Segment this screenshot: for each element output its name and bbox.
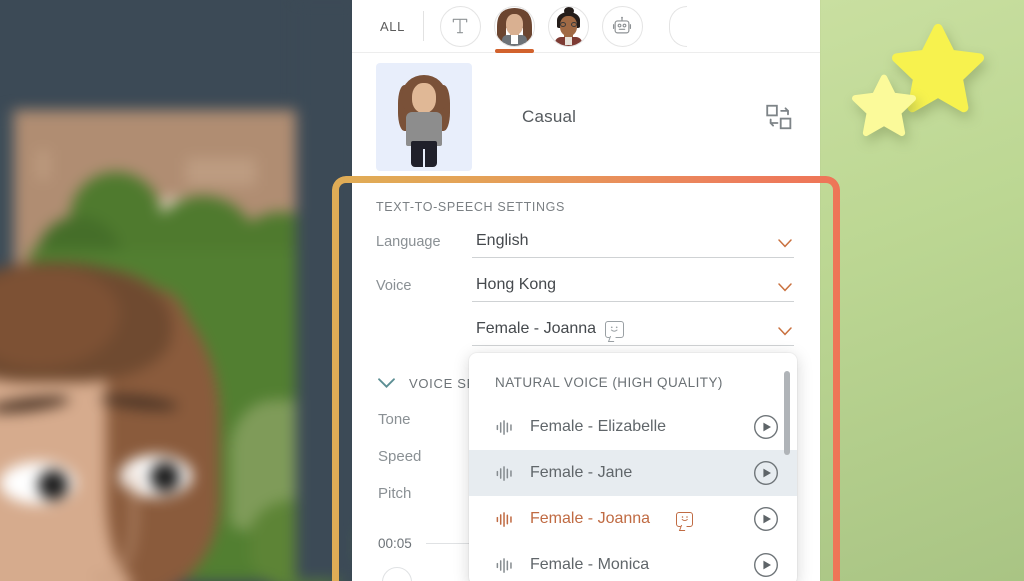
waveform-icon: [496, 511, 512, 527]
swap-avatar-button[interactable]: [764, 102, 794, 132]
chevron-down-icon: [378, 378, 395, 389]
voice-region-select[interactable]: Hong Kong: [472, 276, 794, 302]
timeline-add-button[interactable]: [382, 567, 412, 581]
timeline-time: 00:05: [378, 536, 412, 551]
voice-dropdown-group-title: NATURAL VOICE (HIGH QUALITY): [495, 375, 723, 390]
background-blur-layer: [0, 0, 356, 581]
emoji-badge-icon: [605, 320, 625, 338]
background-scene-left: [0, 0, 356, 581]
tabbar-divider: [422, 11, 424, 41]
slider-label-speed: Speed: [378, 448, 422, 465]
voice-option-label: Female - Elizabelle: [530, 418, 667, 435]
play-icon[interactable]: [753, 506, 779, 532]
play-icon[interactable]: [753, 460, 779, 486]
avatar-female-icon: [495, 7, 534, 46]
avatar-male-icon: [549, 6, 588, 46]
avatar-thumbnail[interactable]: [376, 62, 472, 171]
scene-right-wall: [296, 0, 356, 581]
tab-next-partial[interactable]: [668, 5, 687, 47]
voice-option-jane[interactable]: Female - Jane: [469, 450, 797, 496]
robot-icon: [613, 16, 632, 34]
vertical-scrollbar[interactable]: [784, 371, 790, 455]
scene-picture-frame: [186, 158, 256, 186]
tab-avatar-female[interactable]: [493, 5, 535, 53]
chevron-down-icon: [778, 283, 792, 292]
tab-robot[interactable]: [601, 5, 643, 47]
voice-dropdown: NATURAL VOICE (HIGH QUALITY) Female - El…: [469, 353, 797, 581]
waveform-icon: [496, 557, 512, 573]
voice-label: Voice: [376, 278, 412, 294]
voice-option-label: Female - Joanna: [530, 510, 651, 527]
waveform-icon: [496, 419, 512, 435]
background-scene-right: [820, 0, 1024, 581]
play-icon[interactable]: [753, 414, 779, 440]
play-icon[interactable]: [753, 552, 779, 578]
language-field-row: Language English: [376, 232, 794, 258]
waveform-icon: [496, 465, 512, 481]
voice-option-monica[interactable]: Female - Monica: [469, 542, 797, 581]
language-label: Language: [376, 234, 441, 250]
voice-option-joanna[interactable]: Female - Joanna: [469, 496, 797, 542]
character-pupil-left: [38, 470, 68, 500]
voice-option-elizabelle[interactable]: Female - Elizabelle: [469, 404, 797, 450]
chevron-down-icon: [778, 327, 792, 336]
language-select[interactable]: English: [472, 232, 794, 258]
voice-name-field-row: Female - Joanna: [376, 320, 794, 346]
chevron-down-icon: [778, 239, 792, 248]
scene-picture-frame-3: [36, 150, 50, 180]
character-pupil-right: [150, 462, 180, 492]
tab-avatar-male[interactable]: [547, 5, 589, 47]
voice-option-label: Female - Jane: [530, 464, 633, 481]
voice-region-field-row: Voice Hong Kong: [376, 276, 794, 302]
screen-root: ALL Casual TEXT-TO-SPEECH SETTINGS Langu…: [0, 0, 1024, 581]
character-type-tabbar: ALL: [352, 0, 820, 53]
voice-name-spacer: [376, 338, 472, 346]
selected-avatar-row[interactable]: Casual: [352, 53, 820, 180]
voice-name-value: Female - Joanna: [476, 320, 597, 337]
slider-label-tone: Tone: [378, 411, 411, 428]
voice-option-label: Female - Monica: [530, 556, 650, 573]
tts-section-title: TEXT-TO-SPEECH SETTINGS: [376, 200, 566, 214]
voice-name-select[interactable]: Female - Joanna: [472, 320, 794, 346]
avatar-name-label: Casual: [522, 106, 577, 126]
language-value: English: [476, 232, 529, 249]
tabbar-items: [439, 5, 687, 53]
text-t-icon: [453, 18, 468, 34]
voice-region-value: Hong Kong: [476, 276, 557, 293]
star-small-icon: [852, 74, 916, 137]
emoji-badge-icon: [676, 511, 694, 527]
tab-all[interactable]: ALL: [380, 19, 405, 34]
swap-icon: [766, 104, 792, 129]
tab-text[interactable]: [439, 5, 481, 47]
slider-label-pitch: Pitch: [378, 485, 412, 502]
